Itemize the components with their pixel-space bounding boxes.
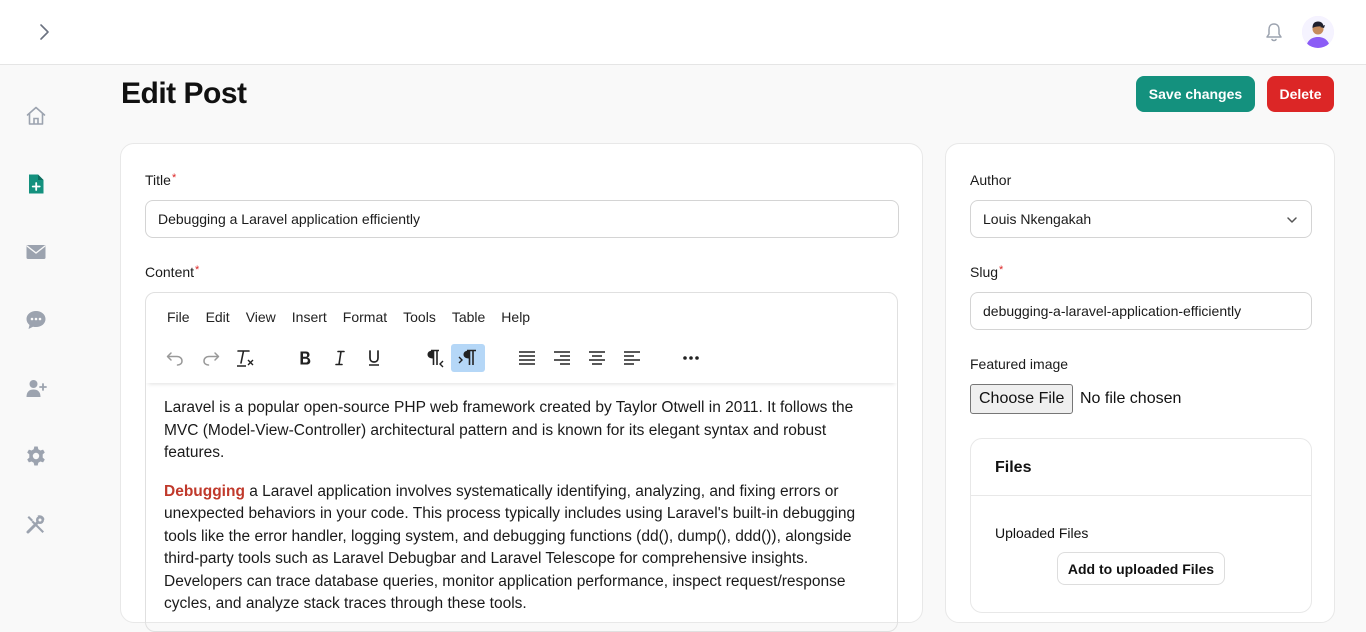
slug-label: Slug*	[970, 264, 1004, 280]
page-title: Edit Post	[121, 77, 247, 110]
align-left-button[interactable]	[615, 344, 649, 372]
menu-insert[interactable]: Insert	[292, 309, 327, 325]
menu-edit[interactable]: Edit	[206, 309, 230, 325]
file-status-text: No file chosen	[1080, 390, 1182, 407]
author-selected-value: Louis Nkengakah	[983, 211, 1092, 227]
align-justify-button[interactable]	[510, 344, 544, 372]
menu-tools[interactable]: Tools	[403, 309, 436, 325]
menu-help[interactable]: Help	[501, 309, 530, 325]
featured-image-label: Featured image	[970, 356, 1069, 372]
sidebar-item-settings[interactable]	[22, 442, 50, 470]
content-label: Content*	[145, 264, 200, 280]
chevron-right-icon	[40, 24, 49, 40]
post-settings-card: Author Louis Nkengakah Slug* debugging-a…	[945, 143, 1335, 623]
document-plus-icon	[29, 174, 44, 194]
align-justify-icon	[519, 351, 535, 365]
more-button[interactable]	[674, 344, 708, 372]
align-center-button[interactable]	[580, 344, 614, 372]
undo-button[interactable]	[158, 344, 192, 372]
notifications-button[interactable]	[1262, 20, 1286, 44]
divider	[971, 495, 1311, 496]
home-icon	[26, 106, 46, 125]
ltr-paragraph-button[interactable]	[451, 344, 485, 372]
menu-format[interactable]: Format	[343, 309, 387, 325]
post-form-card: Title* Debugging a Laravel application e…	[120, 143, 923, 632]
sidebar-item-tools[interactable]	[22, 510, 50, 538]
editor-toolbar	[146, 341, 897, 383]
highlighted-word: Debugging	[164, 482, 245, 500]
underline-button[interactable]	[357, 344, 391, 372]
undo-icon	[166, 352, 183, 366]
redo-icon	[203, 352, 220, 366]
sidebar-item-home[interactable]	[22, 102, 50, 130]
paragraph-text: a Laravel application involves systemati…	[164, 482, 856, 613]
underline-icon	[369, 350, 379, 366]
clear-formatting-button[interactable]	[228, 344, 262, 372]
more-icon	[683, 356, 699, 360]
required-mark: *	[195, 264, 200, 276]
title-label: Title*	[145, 172, 177, 188]
choose-file-button[interactable]: Choose File	[970, 384, 1074, 414]
menu-table[interactable]: Table	[452, 309, 485, 325]
mail-icon	[26, 245, 46, 259]
delete-button[interactable]: Delete	[1267, 76, 1334, 112]
chat-icon	[26, 311, 46, 329]
title-input[interactable]: Debugging a Laravel application efficien…	[145, 200, 899, 238]
italic-button[interactable]	[323, 344, 357, 372]
gear-icon	[27, 446, 45, 466]
sidebar-item-posts[interactable]	[22, 170, 50, 198]
files-title: Files	[995, 459, 1032, 476]
bell-icon	[1266, 23, 1282, 42]
rtl-paragraph-icon	[427, 349, 444, 368]
add-to-uploaded-files-button[interactable]: Add to uploaded Files	[1057, 552, 1225, 585]
slug-input[interactable]: debugging-a-laravel-application-efficien…	[970, 292, 1312, 330]
user-avatar-icon	[1302, 16, 1334, 48]
user-plus-icon	[26, 380, 47, 397]
redo-button[interactable]	[194, 344, 228, 372]
align-right-icon	[554, 351, 570, 365]
required-mark: *	[171, 172, 177, 184]
sidebar	[0, 65, 72, 607]
rich-text-editor: File Edit View Insert Format Tools Table…	[145, 292, 898, 632]
menu-view[interactable]: View	[246, 309, 276, 325]
chevron-down-icon	[1287, 217, 1297, 223]
sidebar-item-mail[interactable]	[22, 238, 50, 266]
sidebar-item-messages[interactable]	[22, 306, 50, 334]
align-right-button[interactable]	[545, 344, 579, 372]
editor-menubar: File Edit View Insert Format Tools Table…	[146, 293, 897, 341]
ltr-paragraph-icon	[458, 349, 476, 365]
menu-file[interactable]: File	[167, 309, 190, 325]
tools-icon	[26, 515, 45, 534]
files-card: Files Uploaded Files Add to uploaded Fil…	[970, 438, 1312, 613]
sidebar-item-users[interactable]	[22, 374, 50, 402]
editor-paragraph: Debugging a Laravel application involves…	[164, 481, 880, 616]
author-label: Author	[970, 172, 1012, 188]
bold-icon	[300, 351, 311, 365]
avatar[interactable]	[1302, 16, 1334, 48]
clear-formatting-icon	[237, 350, 254, 367]
uploaded-files-label: Uploaded Files	[995, 525, 1089, 541]
required-mark: *	[999, 264, 1004, 276]
align-left-icon	[624, 351, 640, 365]
save-changes-button[interactable]: Save changes	[1136, 76, 1255, 112]
rtl-paragraph-button[interactable]	[416, 344, 450, 372]
top-bar	[0, 0, 1366, 65]
editor-content[interactable]: Laravel is a popular open-source PHP web…	[164, 397, 880, 631]
editor-paragraph: Laravel is a popular open-source PHP web…	[164, 399, 854, 461]
author-select[interactable]: Louis Nkengakah	[970, 200, 1312, 238]
align-center-icon	[589, 351, 605, 365]
expand-sidebar-button[interactable]	[30, 20, 58, 44]
italic-icon	[335, 350, 345, 366]
bold-button[interactable]	[288, 344, 322, 372]
